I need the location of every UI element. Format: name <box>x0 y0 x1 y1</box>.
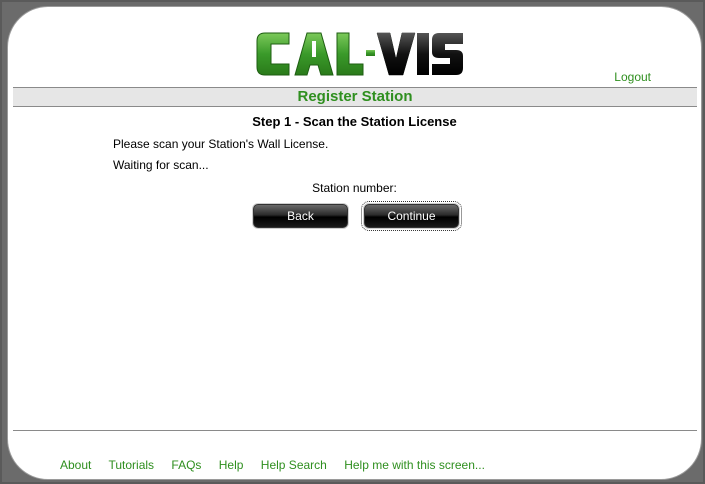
logout-link[interactable]: Logout <box>614 70 651 84</box>
footer-link-help-screen[interactable]: Help me with this screen... <box>344 458 485 472</box>
footer-links: About Tutorials FAQs Help Help Search He… <box>60 458 499 472</box>
footer-link-tutorials[interactable]: Tutorials <box>108 458 154 472</box>
footer-link-help[interactable]: Help <box>219 458 244 472</box>
scan-status: Waiting for scan... <box>113 158 209 172</box>
back-button[interactable]: Back <box>253 204 348 228</box>
app-panel: Logout Register Station Step 1 - Scan th… <box>8 7 701 479</box>
footer-link-faqs[interactable]: FAQs <box>171 458 201 472</box>
continue-button[interactable]: Continue <box>361 201 462 231</box>
page-title: Register Station <box>13 87 697 107</box>
footer-link-help-search[interactable]: Help Search <box>261 458 327 472</box>
station-number-label: Station number: <box>312 181 397 195</box>
calvis-logo <box>256 32 463 76</box>
footer-link-about[interactable]: About <box>60 458 91 472</box>
step-title: Step 1 - Scan the Station License <box>252 114 457 129</box>
window-frame: Logout Register Station Step 1 - Scan th… <box>2 2 703 482</box>
footer-divider <box>13 430 697 431</box>
scan-instruction: Please scan your Station's Wall License. <box>113 137 329 151</box>
